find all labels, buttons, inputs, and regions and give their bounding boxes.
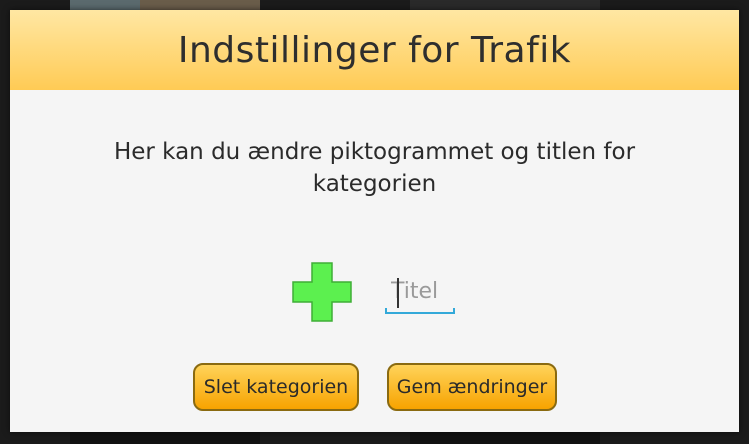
- text-caret: [397, 278, 399, 308]
- background-tile: [70, 0, 140, 10]
- title-input[interactable]: [385, 272, 455, 310]
- dialog-title: Indstillinger for Trafik: [177, 29, 572, 71]
- plus-icon: [292, 262, 352, 322]
- background-tile: [410, 0, 600, 10]
- dialog-header: Indstillinger for Trafik: [10, 10, 739, 90]
- input-underline: [385, 308, 455, 314]
- background-tile: [410, 432, 600, 444]
- save-changes-button[interactable]: Gem ændringer: [387, 363, 557, 411]
- delete-category-button[interactable]: Slet kategorien: [193, 363, 359, 411]
- pictogram-button[interactable]: [292, 262, 352, 322]
- category-settings-dialog: Indstillinger for Trafik Her kan du ændr…: [10, 10, 739, 432]
- dialog-message: Her kan du ændre piktogrammet og titlen …: [113, 139, 636, 197]
- background-tile: [70, 432, 260, 444]
- background-tile: [140, 0, 260, 10]
- title-field[interactable]: [385, 272, 455, 314]
